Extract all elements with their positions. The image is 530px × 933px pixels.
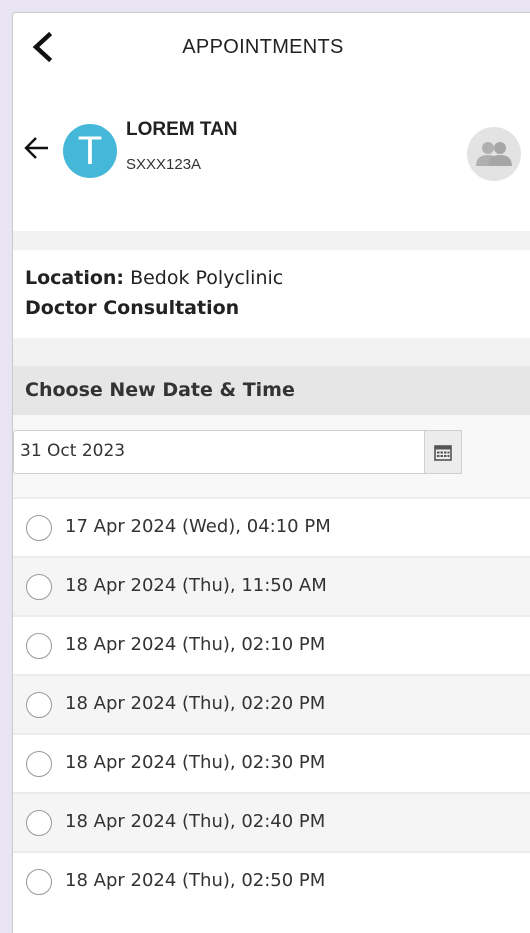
time-slot-label: 18 Apr 2024 (Thu), 02:20 PM: [65, 693, 326, 714]
time-slot-option[interactable]: 17 Apr 2024 (Wed), 04:10 PM: [13, 497, 530, 556]
calendar-button[interactable]: [425, 430, 462, 474]
radio-button[interactable]: [26, 751, 52, 777]
date-picker-row: 31 Oct 2023: [13, 415, 530, 497]
location-line: Location: Bedok Polyclinic: [25, 267, 283, 289]
time-slot-label: 18 Apr 2024 (Thu), 02:50 PM: [65, 870, 326, 891]
section-header: Choose New Date & Time: [13, 366, 530, 415]
calendar-icon: [434, 444, 452, 461]
time-slot-list: 17 Apr 2024 (Wed), 04:10 PM 18 Apr 2024 …: [13, 497, 530, 910]
time-slot-label: 18 Apr 2024 (Thu), 02:40 PM: [65, 811, 326, 832]
radio-button[interactable]: [26, 574, 52, 600]
divider: [13, 231, 530, 250]
divider: [13, 338, 530, 366]
time-slot-option[interactable]: 18 Apr 2024 (Thu), 11:50 AM: [13, 556, 530, 615]
time-slot-label: 18 Apr 2024 (Thu), 11:50 AM: [65, 575, 327, 596]
radio-button[interactable]: [26, 692, 52, 718]
date-input[interactable]: 31 Oct 2023: [13, 430, 425, 474]
avatar: T: [63, 124, 117, 178]
top-bar: APPOINTMENTS: [13, 13, 530, 81]
patient-name: LOREM TAN: [126, 119, 238, 140]
service-type: Doctor Consultation: [25, 297, 240, 319]
time-slot-label: 18 Apr 2024 (Thu), 02:10 PM: [65, 634, 326, 655]
time-slot-option[interactable]: 18 Apr 2024 (Thu), 02:30 PM: [13, 733, 530, 792]
time-slot-option[interactable]: 18 Apr 2024 (Thu), 02:40 PM: [13, 792, 530, 851]
radio-button[interactable]: [26, 515, 52, 541]
arrow-left-icon[interactable]: [23, 135, 51, 161]
location-label: Location:: [25, 267, 125, 289]
time-slot-option[interactable]: 18 Apr 2024 (Thu), 02:10 PM: [13, 615, 530, 674]
appointment-info: Location: Bedok Polyclinic Doctor Consul…: [13, 250, 530, 338]
section-title: Choose New Date & Time: [25, 379, 295, 401]
radio-button[interactable]: [26, 633, 52, 659]
radio-button[interactable]: [26, 869, 52, 895]
time-slot-option[interactable]: 18 Apr 2024 (Thu), 02:50 PM: [13, 851, 530, 910]
page-title: APPOINTMENTS: [182, 36, 344, 58]
radio-button[interactable]: [26, 810, 52, 836]
time-slot-option[interactable]: 18 Apr 2024 (Thu), 02:20 PM: [13, 674, 530, 733]
patient-id: SXXX123A: [126, 156, 202, 173]
location-value: Bedok Polyclinic: [130, 267, 284, 289]
time-slot-label: 18 Apr 2024 (Thu), 02:30 PM: [65, 752, 326, 773]
time-slot-label: 17 Apr 2024 (Wed), 04:10 PM: [65, 516, 331, 537]
app-screen: APPOINTMENTS T LOREM TAN SXXX123A Locati…: [12, 12, 530, 933]
family-members-icon[interactable]: [467, 127, 521, 181]
